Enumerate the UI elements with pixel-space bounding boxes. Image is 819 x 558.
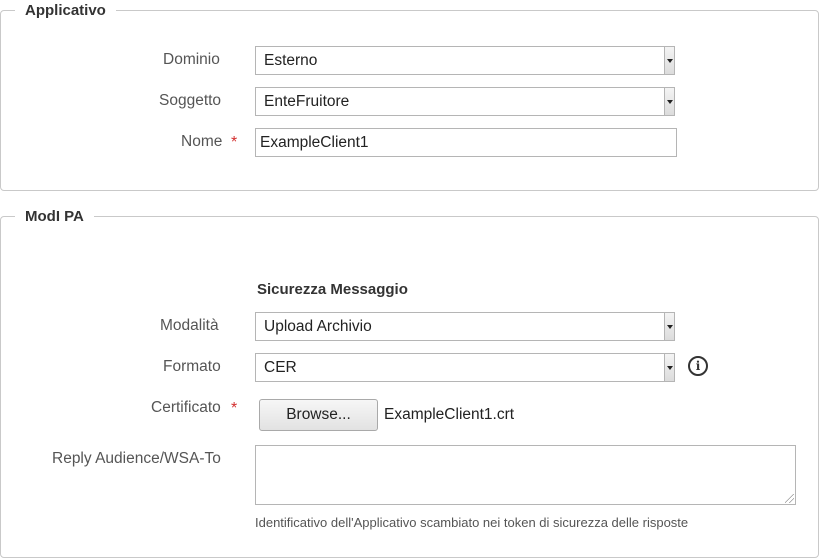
modalita-value: Upload Archivio [264, 318, 372, 335]
dominio-value: Esterno [264, 52, 318, 69]
chevron-down-icon [664, 88, 674, 115]
soggetto-value: EnteFruitore [264, 93, 350, 110]
formato-label: Formato [163, 358, 221, 375]
applicativo-legend: Applicativo [15, 1, 116, 21]
dominio-select[interactable]: Esterno [255, 46, 675, 75]
reply-audience-textarea[interactable] [255, 445, 796, 505]
modalita-label: Modalità [160, 317, 219, 334]
browse-button[interactable]: Browse... [259, 399, 378, 431]
certificato-filename: ExampleClient1.crt [384, 406, 515, 423]
nome-required-mark: * [231, 134, 238, 151]
formato-select[interactable]: CER [255, 353, 675, 382]
nome-value: ExampleClient1 [260, 134, 369, 151]
dominio-label: Dominio [163, 51, 220, 68]
nome-input[interactable]: ExampleClient1 [255, 128, 677, 157]
soggetto-select[interactable]: EnteFruitore [255, 87, 675, 116]
certificato-required-mark: * [231, 400, 238, 417]
chevron-down-icon [664, 313, 674, 340]
reply-audience-hint: Identificativo dell'Applicativo scambiat… [255, 515, 689, 530]
formato-value: CER [264, 359, 297, 376]
certificato-label: Certificato [151, 399, 221, 416]
modi-legend: ModI PA [15, 207, 94, 227]
modalita-select[interactable]: Upload Archivio [255, 312, 675, 341]
chevron-down-icon [664, 47, 674, 74]
reply-audience-label: Reply Audience/WSA-To [52, 450, 221, 467]
resize-grip-icon[interactable] [785, 494, 794, 503]
chevron-down-icon [664, 354, 674, 381]
nome-label: Nome [181, 133, 223, 150]
sicurezza-messaggio-title: Sicurezza Messaggio [257, 281, 408, 298]
modi-panel: ModI PA [0, 207, 819, 558]
soggetto-label: Soggetto [159, 92, 222, 109]
info-icon[interactable]: i [688, 356, 708, 376]
